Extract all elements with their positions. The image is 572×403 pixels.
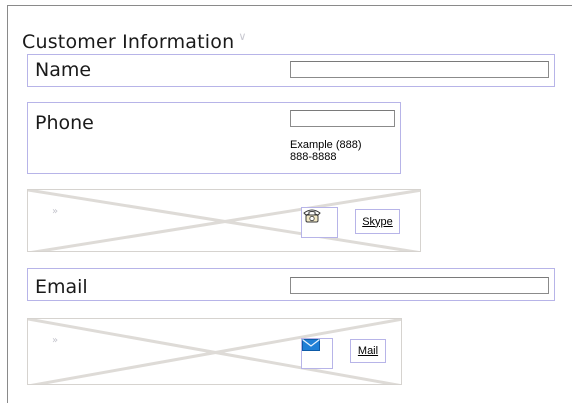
mail-widget: » Mail	[27, 318, 402, 385]
phone-input[interactable]	[290, 110, 395, 127]
section-title: Customer Information ∨	[22, 30, 247, 53]
section-title-text: Customer Information	[22, 31, 235, 53]
name-input[interactable]	[290, 61, 549, 78]
skype-button[interactable]: Skype	[355, 209, 400, 234]
mail-button[interactable]: Mail	[350, 339, 386, 363]
expand-chevron-icon[interactable]: »	[52, 206, 58, 217]
expand-chevron-icon[interactable]: »	[52, 335, 58, 346]
name-field-group: Name	[27, 54, 555, 87]
email-field-group: Email	[27, 268, 555, 301]
phone-format-hint: Example (888) 888-8888	[290, 139, 362, 163]
collapse-chevron-icon[interactable]: ∨	[238, 30, 246, 43]
envelope-icon	[302, 339, 320, 351]
telephone-icon	[303, 209, 321, 223]
email-input[interactable]	[290, 277, 549, 294]
name-label: Name	[35, 59, 92, 81]
broken-placeholder-graphic	[28, 319, 401, 384]
skype-widget: » Skype	[27, 189, 421, 252]
phone-call-button[interactable]	[301, 207, 338, 238]
phone-label: Phone	[35, 112, 94, 134]
phone-field-group: Phone Example (888) 888-8888	[27, 102, 401, 174]
email-label: Email	[35, 276, 88, 298]
send-mail-button[interactable]	[301, 338, 333, 369]
